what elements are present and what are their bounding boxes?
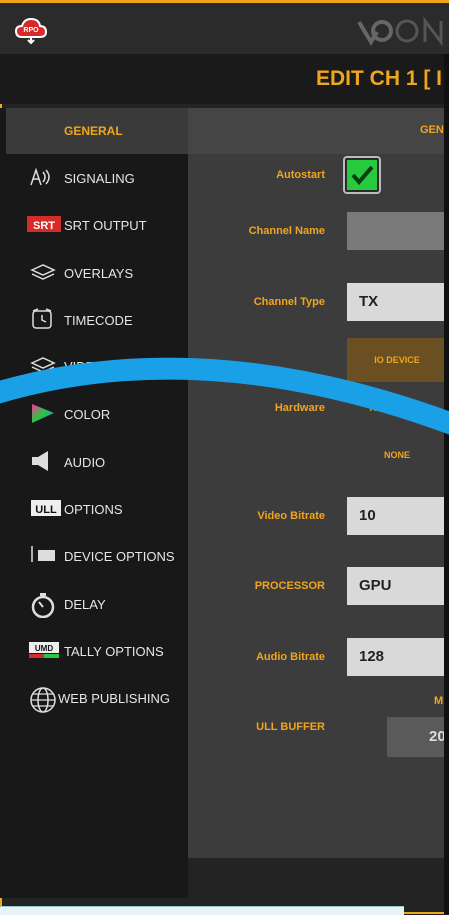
svg-text:UMD: UMD [35,644,53,653]
globe-icon [30,687,56,713]
svg-text:RPO: RPO [23,27,39,34]
ull-buffer-label: ULL BUFFER [256,721,325,733]
hardware-option-none[interactable]: NONE [347,433,447,477]
layers-icon [30,264,56,280]
brand-wordmark-icon [395,16,443,46]
processor-label: PROCESSOR [254,580,325,592]
speaker-icon [32,451,48,471]
sidebar-item-device-options[interactable]: DEVICE OPTIONS [64,549,175,564]
ull-buffer-input[interactable]: 20 [387,717,449,757]
autostart-checkbox[interactable] [343,156,381,194]
channel-type-select[interactable]: TX [347,283,449,321]
device-icon [31,546,55,562]
sidebar-item-web-publishing[interactable]: WEB PUBLISHING [58,691,170,706]
page-title: EDIT CH 1 [ I [316,67,443,90]
channel-name-label: Channel Name [248,225,325,237]
layers-icon [30,357,56,373]
hardware-option-ap-memory[interactable]: AP MEMORY [347,386,447,430]
sidebar-item-audio[interactable]: AUDIO [64,455,105,470]
hardware-label: Hardware [274,402,325,414]
sidebar-item-delay[interactable]: DELAY [64,597,106,612]
tally-icon: UMD [29,642,59,658]
sidebar-item-general[interactable]: GENERAL [64,124,123,138]
stopwatch-icon [31,593,55,618]
rpo-cloud-icon[interactable]: RPO [14,15,48,45]
audio-bitrate-input[interactable]: 128 [347,638,449,676]
autostart-label: Autostart [276,169,325,181]
checkmark-icon [347,160,377,190]
sidebar-item-overlays[interactable]: OVERLAYS [64,266,133,281]
srt-icon: SRT [27,216,61,232]
ull-buffer-header: M [434,695,444,707]
signaling-icon [30,167,50,186]
sidebar-item-tally-options[interactable]: TALLY OPTIONS [64,644,164,659]
brand-logo-icon [357,20,393,46]
content-section-header [188,108,449,154]
svg-text:ULL: ULL [35,504,57,516]
processor-select[interactable]: GPU [347,567,449,605]
svg-text:SRT: SRT [33,220,55,232]
top-bar: RPO [0,0,449,54]
sidebar-item-color[interactable]: COLOR [64,407,110,422]
sidebar-item-srt-output[interactable]: SRT OUTPUT [64,218,147,233]
video-bitrate-input[interactable]: 10 [347,497,449,535]
sidebar-item-video-conv[interactable]: VIDEO CONV [64,359,146,374]
sidebar-item-options[interactable]: OPTIONS [64,502,123,517]
ull-icon: ULL [31,500,61,516]
clock-icon [32,308,52,329]
section-title: GEN [420,124,444,136]
window-edge [444,54,449,914]
color-triangle-icon [32,404,54,423]
hardware-option-io-device[interactable]: IO DEVICE [347,338,447,382]
audio-bitrate-label: Audio Bitrate [255,651,325,663]
channel-type-label: Channel Type [253,296,325,308]
video-bitrate-label: Video Bitrate [257,510,325,522]
channel-name-input[interactable] [347,212,449,250]
sidebar-item-timecode[interactable]: TIMECODE [64,313,133,328]
sidebar-item-signaling[interactable]: SIGNALING [64,171,135,186]
